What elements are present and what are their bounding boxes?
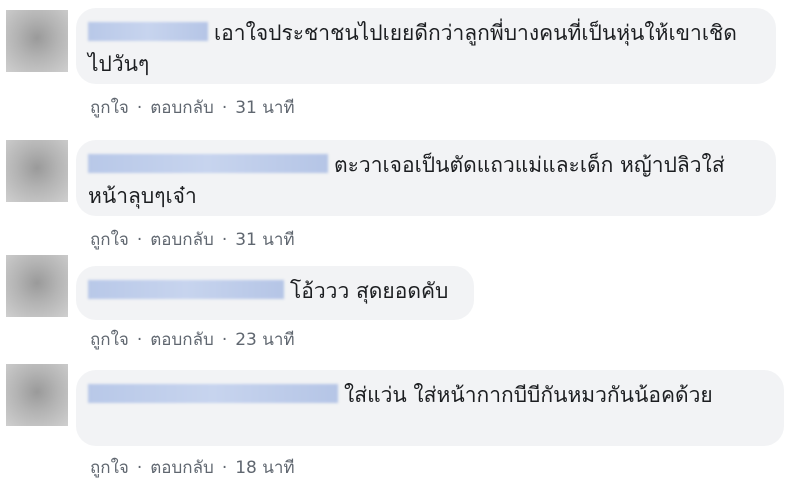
comment-text: โอ้ววว สุดยอดคับ <box>290 279 449 303</box>
separator-dot: · <box>136 458 143 478</box>
avatar[interactable] <box>6 10 68 72</box>
timestamp-link[interactable]: 23 นาที <box>235 330 294 350</box>
timestamp-link[interactable]: 18 นาที <box>235 458 294 478</box>
blurred-author-name[interactable] <box>88 280 284 299</box>
avatar[interactable] <box>6 364 68 426</box>
reply-link[interactable]: ตอบกลับ <box>150 330 214 350</box>
comment-text: ใส่แว่น ใส่หน้ากากบีบีกันหมวกันน้อคด้วย <box>344 383 713 407</box>
comment-bubble: ตะวาเจอเป็นตัดแถวแม่และเด็ก หญ้าปลิวใส่ห… <box>76 140 776 216</box>
separator-dot: · <box>221 230 228 250</box>
comment-bubble: เอาใจประชาชนไปเยยดีกว่าลูกพี่บางคนที่เป็… <box>76 8 776 84</box>
reply-link[interactable]: ตอบกลับ <box>150 98 214 118</box>
separator-dot: · <box>136 230 143 250</box>
separator-dot: · <box>136 98 143 118</box>
like-link[interactable]: ถูกใจ <box>90 98 129 118</box>
comment-bubble: ใส่แว่น ใส่หน้ากากบีบีกันหมวกันน้อคด้วย <box>76 370 784 446</box>
comment-actions: ถูกใจ · ตอบกลับ · 18 นาที <box>90 454 295 481</box>
like-link[interactable]: ถูกใจ <box>90 330 129 350</box>
separator-dot: · <box>221 98 228 118</box>
avatar[interactable] <box>6 255 68 317</box>
like-link[interactable]: ถูกใจ <box>90 458 129 478</box>
comment-actions: ถูกใจ · ตอบกลับ · 31 นาที <box>90 94 295 121</box>
separator-dot: · <box>136 330 143 350</box>
comment-actions: ถูกใจ · ตอบกลับ · 23 นาที <box>90 326 295 353</box>
comment-actions: ถูกใจ · ตอบกลับ · 31 นาที <box>90 226 295 253</box>
timestamp-link[interactable]: 31 นาที <box>235 230 294 250</box>
reply-link[interactable]: ตอบกลับ <box>150 458 214 478</box>
separator-dot: · <box>221 330 228 350</box>
comment-bubble: โอ้ววว สุดยอดคับ <box>76 266 474 320</box>
like-link[interactable]: ถูกใจ <box>90 230 129 250</box>
blurred-author-name[interactable] <box>88 154 328 173</box>
blurred-author-name[interactable] <box>88 22 208 41</box>
separator-dot: · <box>221 458 228 478</box>
timestamp-link[interactable]: 31 นาที <box>235 98 294 118</box>
reply-link[interactable]: ตอบกลับ <box>150 230 214 250</box>
blurred-author-name[interactable] <box>88 384 338 403</box>
avatar[interactable] <box>6 140 68 202</box>
